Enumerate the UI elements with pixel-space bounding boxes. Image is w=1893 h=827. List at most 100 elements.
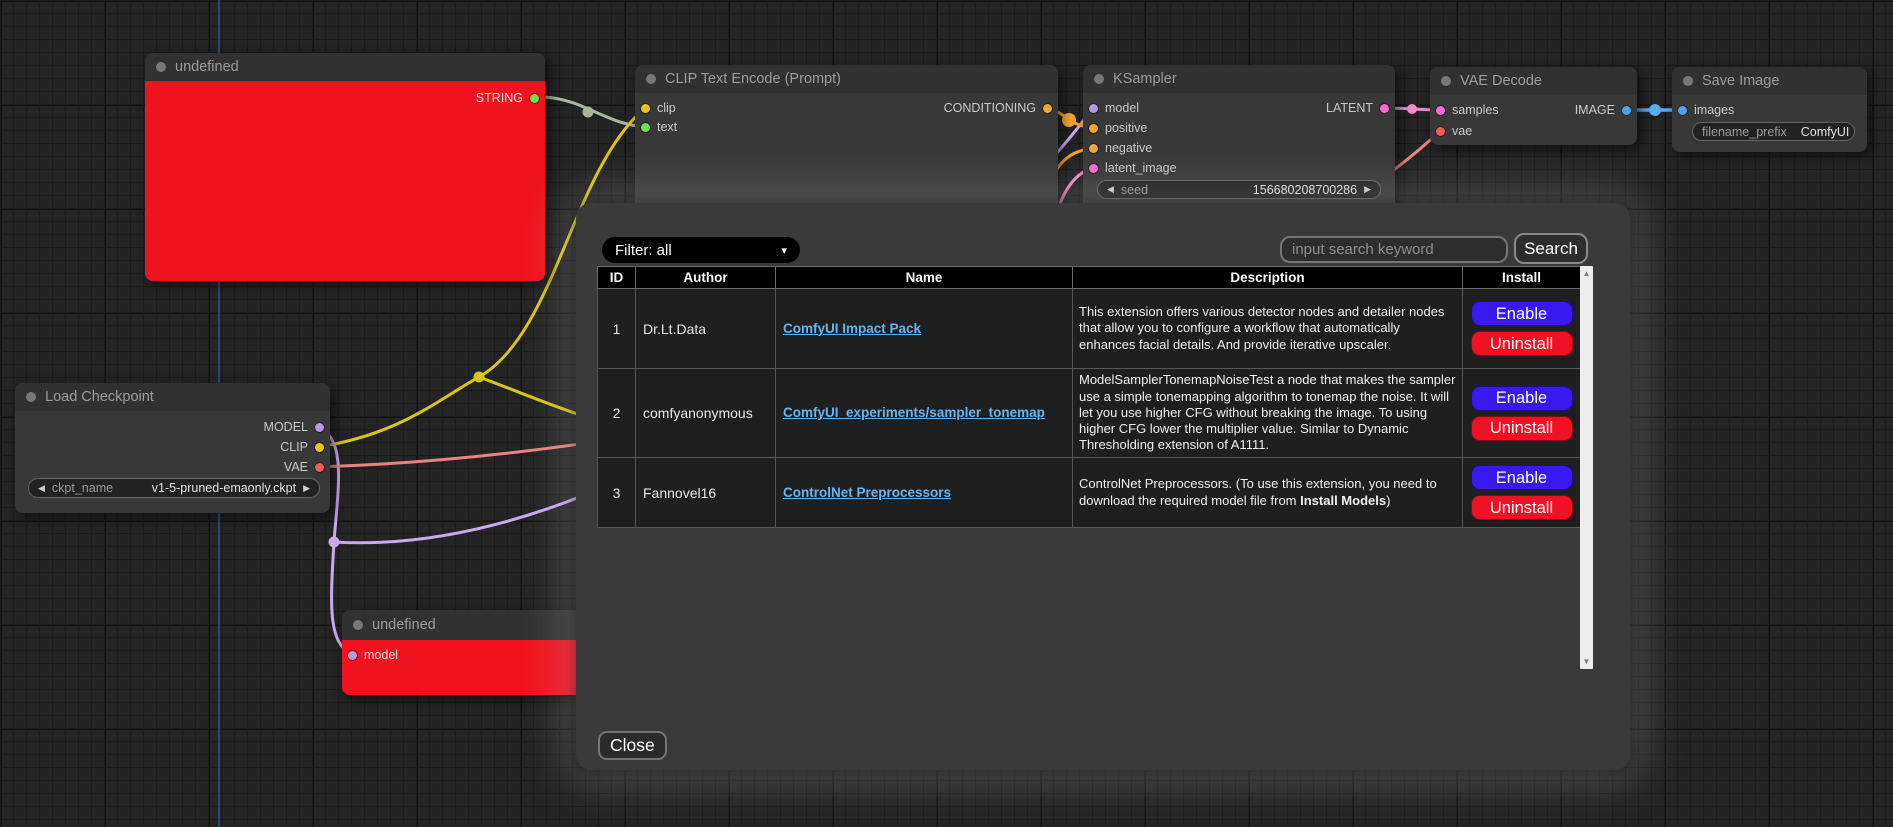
node-collapse-dot[interactable] <box>646 74 656 84</box>
conditioning-output-dot[interactable] <box>1043 104 1052 113</box>
seed-value: 156680208700286 <box>1253 183 1357 197</box>
error-node-body: STRING <box>145 81 545 281</box>
cell-name: ComfyUI Impact Pack <box>776 289 1073 369</box>
node-load-checkpoint[interactable]: Load Checkpoint MODEL CLIP VAE ◀ ckpt_na… <box>15 383 330 513</box>
slot-label: model <box>364 648 398 662</box>
cell-description: ModelSamplerTonemapNoiseTest a node that… <box>1073 369 1463 458</box>
description-text: This extension offers various detector n… <box>1079 304 1444 352</box>
node-title-bar[interactable]: Load Checkpoint <box>15 383 330 411</box>
seed-widget[interactable]: ◀ seed 156680208700286 ▶ <box>1097 180 1381 199</box>
comfyui-canvas[interactable]: { "icons": { "widget_prev": "◀", "widget… <box>0 0 1893 827</box>
slot-label: positive <box>1105 121 1147 135</box>
node-vae-decode[interactable]: VAE Decode samples vae IMAGE <box>1430 67 1637 145</box>
slot-label: model <box>1105 101 1139 115</box>
node-undefined-top[interactable]: undefined STRING <box>145 53 545 281</box>
header-id: ID <box>598 267 636 289</box>
table-scrollbar[interactable]: ▲ ▼ <box>1580 266 1593 669</box>
seed-increment-icon[interactable]: ▶ <box>1364 185 1371 194</box>
images-input-dot[interactable] <box>1678 106 1687 115</box>
latent-output-dot[interactable] <box>1380 104 1389 113</box>
cell-install: Enable Uninstall <box>1463 458 1581 528</box>
ckpt-next-icon[interactable]: ▶ <box>303 484 310 493</box>
node-clip-text-encode[interactable]: CLIP Text Encode (Prompt) clip text COND… <box>635 65 1058 210</box>
node-title-bar[interactable]: Save Image <box>1672 67 1867 95</box>
cell-author: comfyanonymous <box>636 369 776 458</box>
input-slot-latent-image: latent_image <box>1089 161 1177 175</box>
extension-link[interactable]: ComfyUI Impact Pack <box>783 321 921 336</box>
input-slot-negative: negative <box>1089 141 1152 155</box>
node-collapse-dot[interactable] <box>1683 76 1693 86</box>
node-title-bar[interactable]: CLIP Text Encode (Prompt) <box>635 65 1058 93</box>
model-input-dot[interactable] <box>348 651 357 660</box>
node-collapse-dot[interactable] <box>1441 76 1451 86</box>
ckpt-name-widget[interactable]: ◀ ckpt_name v1-5-pruned-emaonly.ckpt ▶ <box>28 478 320 498</box>
scroll-down-icon[interactable]: ▼ <box>1580 657 1593 666</box>
widget-label: seed <box>1121 183 1148 197</box>
seed-decrement-icon[interactable]: ◀ <box>1107 185 1114 194</box>
search-button[interactable]: Search <box>1514 233 1588 264</box>
node-title-bar[interactable]: VAE Decode <box>1430 67 1637 95</box>
string-output-dot[interactable] <box>530 94 539 103</box>
slot-label: MODEL <box>264 420 308 434</box>
description-bold: Install Models <box>1300 493 1386 508</box>
vae-output-dot[interactable] <box>315 463 324 472</box>
header-name: Name <box>776 267 1073 289</box>
node-title: VAE Decode <box>1460 73 1542 89</box>
scroll-up-icon[interactable]: ▲ <box>1580 269 1593 278</box>
output-slot-vae: VAE <box>284 460 324 474</box>
slot-label: CONDITIONING <box>944 101 1036 115</box>
node-title-bar[interactable]: undefined <box>342 610 582 640</box>
node-collapse-dot[interactable] <box>26 392 36 402</box>
negative-input-dot[interactable] <box>1089 144 1098 153</box>
clip-output-dot[interactable] <box>315 443 324 452</box>
input-slot-text: text <box>641 120 677 134</box>
latent-image-input-dot[interactable] <box>1089 164 1098 173</box>
enable-button[interactable]: Enable <box>1471 465 1573 490</box>
slot-label: samples <box>1452 103 1499 117</box>
extension-link[interactable]: ComfyUI_experiments/sampler_tonemap <box>783 405 1045 420</box>
slot-label: vae <box>1452 124 1472 138</box>
node-collapse-dot[interactable] <box>1094 74 1104 84</box>
uninstall-button[interactable]: Uninstall <box>1471 495 1573 520</box>
node-title: Load Checkpoint <box>45 389 154 405</box>
extension-link[interactable]: ControlNet Preprocessors <box>783 485 951 500</box>
model-output-dot[interactable] <box>315 423 324 432</box>
filename-prefix-widget[interactable]: filename_prefix ComfyUI <box>1692 122 1855 141</box>
clip-input-dot[interactable] <box>641 104 650 113</box>
uninstall-button[interactable]: Uninstall <box>1471 416 1573 441</box>
slot-label: VAE <box>284 460 308 474</box>
node-title-bar[interactable]: KSampler <box>1083 65 1395 93</box>
node-title-bar[interactable]: undefined <box>145 53 545 81</box>
node-title: KSampler <box>1113 71 1177 87</box>
node-collapse-dot[interactable] <box>353 620 363 630</box>
ckpt-prev-icon[interactable]: ◀ <box>38 484 45 493</box>
extension-table: ID Author Name Description Install 1 Dr.… <box>597 266 1581 528</box>
samples-input-dot[interactable] <box>1436 106 1445 115</box>
node-ksampler[interactable]: KSampler model positive negative latent_… <box>1083 65 1395 210</box>
chevron-down-icon: ▾ <box>781 244 787 257</box>
positive-input-dot[interactable] <box>1089 124 1098 133</box>
ckpt-name-value: v1-5-pruned-emaonly.ckpt <box>152 481 296 495</box>
input-slot-model: model <box>348 648 398 662</box>
cell-name: ControlNet Preprocessors <box>776 458 1073 528</box>
uninstall-button[interactable]: Uninstall <box>1471 331 1573 356</box>
enable-button[interactable]: Enable <box>1471 386 1573 411</box>
reroute-dot-orange <box>1062 113 1076 127</box>
node-save-image[interactable]: Save Image images filename_prefix ComfyU… <box>1672 67 1867 152</box>
input-slot-samples: samples <box>1436 103 1499 117</box>
input-slot-vae: vae <box>1436 124 1472 138</box>
slot-label: IMAGE <box>1575 103 1615 117</box>
node-collapse-dot[interactable] <box>156 62 166 72</box>
node-undefined-bottom[interactable]: undefined model <box>342 610 582 695</box>
filter-select[interactable]: Filter: all ▾ <box>602 237 800 263</box>
vae-input-dot[interactable] <box>1436 127 1445 136</box>
cell-id: 1 <box>598 289 636 369</box>
model-input-dot[interactable] <box>1089 104 1098 113</box>
slot-label: CLIP <box>280 440 308 454</box>
close-button[interactable]: Close <box>598 731 667 760</box>
text-input-dot[interactable] <box>641 123 650 132</box>
image-output-dot[interactable] <box>1622 106 1631 115</box>
enable-button[interactable]: Enable <box>1471 301 1573 326</box>
output-slot-conditioning: CONDITIONING <box>944 101 1052 115</box>
search-input[interactable] <box>1280 236 1508 263</box>
